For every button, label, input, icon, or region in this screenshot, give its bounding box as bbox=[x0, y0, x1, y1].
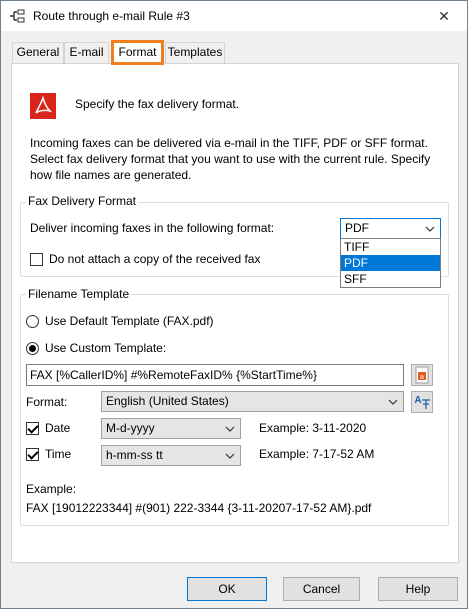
dialog-window: Route through e-mail Rule #3 ✕ General E… bbox=[0, 0, 468, 609]
help-button[interactable]: Help bbox=[378, 577, 458, 601]
insert-variable-button[interactable]: a bbox=[411, 364, 433, 386]
tab-email[interactable]: E-mail bbox=[64, 42, 109, 63]
chevron-down-icon bbox=[225, 453, 235, 459]
date-checkbox[interactable] bbox=[26, 422, 39, 435]
format-option-pdf[interactable]: PDF bbox=[341, 255, 440, 271]
locale-format-select[interactable]: English (United States) bbox=[101, 391, 404, 412]
insert-variable-icon: a bbox=[415, 366, 429, 384]
date-format-select[interactable]: M-d-yyyy bbox=[101, 418, 241, 439]
no-attach-label: Do not attach a copy of the received fax bbox=[49, 252, 261, 266]
window-title: Route through e-mail Rule #3 bbox=[33, 9, 190, 23]
cancel-button[interactable]: Cancel bbox=[283, 577, 360, 601]
default-template-radio[interactable] bbox=[26, 315, 39, 328]
no-attach-checkbox[interactable] bbox=[30, 253, 43, 266]
template-input[interactable]: FAX [%CallerID%] #%RemoteFaxID% {%StartT… bbox=[26, 364, 404, 386]
example-value: FAX [19012223344] #(901) 222-3344 {3-11-… bbox=[26, 501, 372, 515]
time-label: Time bbox=[45, 447, 72, 461]
date-format-value: M-d-yyyy bbox=[106, 421, 155, 435]
route-icon bbox=[10, 9, 25, 23]
time-example: Example: 7-17-52 AM bbox=[259, 447, 375, 461]
date-label: Date bbox=[45, 421, 71, 435]
locale-settings-button[interactable]: A bbox=[411, 391, 433, 413]
format-option-tiff[interactable]: TIFF bbox=[341, 239, 440, 255]
default-template-label: Use Default Template (FAX.pdf) bbox=[45, 314, 214, 328]
chevron-down-icon bbox=[388, 399, 398, 405]
filename-template-group-title: Filename Template bbox=[26, 287, 132, 301]
description-line: Select fax delivery format that you want… bbox=[30, 152, 431, 166]
header-text: Specify the fax delivery format. bbox=[75, 97, 240, 111]
chevron-down-icon bbox=[425, 226, 435, 232]
close-icon: ✕ bbox=[438, 8, 450, 24]
time-format-select[interactable]: h-mm-ss tt bbox=[101, 445, 241, 466]
format-label: Format: bbox=[26, 395, 68, 409]
delivery-format-select[interactable]: PDF bbox=[340, 218, 441, 239]
description-line: Incoming faxes can be delivered via e-ma… bbox=[30, 136, 428, 150]
tab-general[interactable]: General bbox=[12, 42, 64, 63]
date-example: Example: 3-11-2020 bbox=[259, 421, 367, 435]
custom-template-radio[interactable] bbox=[26, 342, 39, 355]
language-icon: A bbox=[414, 395, 430, 409]
description-line: how file names are generated. bbox=[30, 168, 192, 182]
svg-text:A: A bbox=[414, 395, 421, 406]
custom-template-label: Use Custom Template: bbox=[45, 341, 167, 355]
svg-text:a: a bbox=[420, 374, 424, 381]
time-format-value: h-mm-ss tt bbox=[106, 448, 163, 462]
pdf-icon bbox=[30, 93, 56, 119]
ok-button[interactable]: OK bbox=[187, 577, 267, 601]
chevron-down-icon bbox=[225, 426, 235, 432]
delivery-format-dropdown: TIFF PDF SFF bbox=[340, 238, 441, 288]
time-checkbox[interactable] bbox=[26, 448, 39, 461]
locale-format-value: English (United States) bbox=[106, 394, 229, 408]
description-text: Incoming faxes can be delivered via e-ma… bbox=[30, 135, 430, 183]
format-option-sff[interactable]: SFF bbox=[341, 271, 440, 287]
title-bar: Route through e-mail Rule #3 ✕ bbox=[1, 1, 467, 31]
tab-templates[interactable]: Templates bbox=[165, 42, 225, 63]
close-button[interactable]: ✕ bbox=[421, 1, 467, 31]
fax-delivery-group-title: Fax Delivery Format bbox=[26, 194, 139, 208]
deliver-format-label: Deliver incoming faxes in the following … bbox=[30, 221, 275, 235]
delivery-format-value: PDF bbox=[345, 221, 369, 235]
tab-format[interactable]: Format bbox=[111, 40, 164, 65]
example-label: Example: bbox=[26, 482, 77, 496]
